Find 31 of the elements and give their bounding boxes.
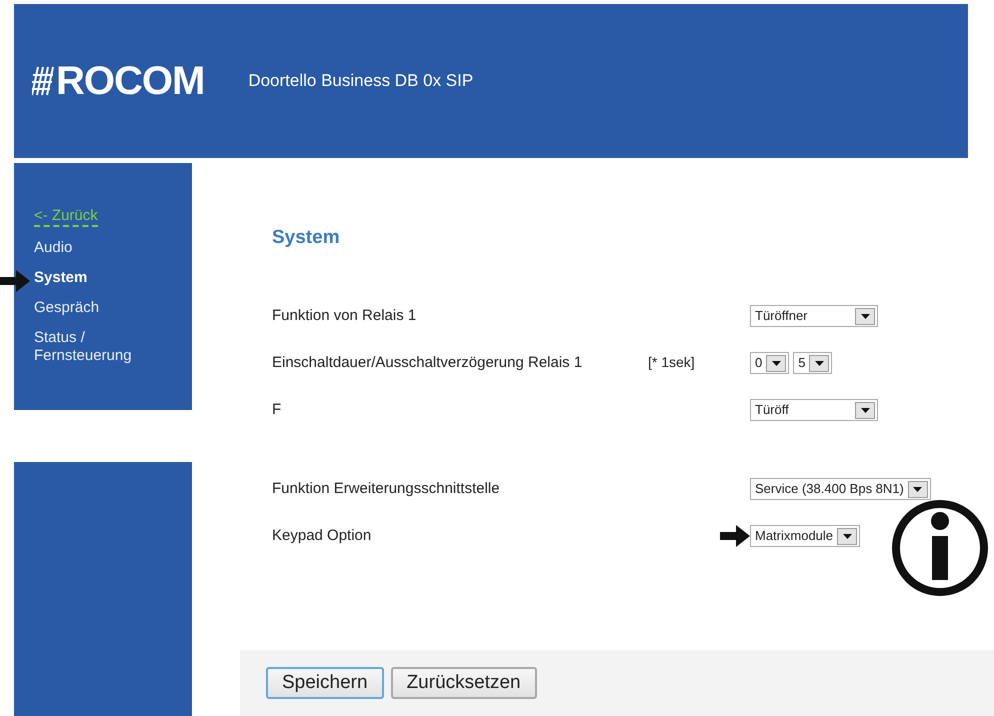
unit-label: [* 1sek] (648, 354, 695, 370)
dropdown[interactable]: Matrixmodule (750, 525, 860, 547)
form-button[interactable]: Speichern (266, 667, 384, 699)
dropdown-caret-icon (855, 308, 875, 324)
sidebar-item[interactable]: Gespräch (34, 299, 174, 317)
sidebar-item[interactable]: Audio (34, 239, 174, 257)
form-button[interactable]: Zurücksetzen (390, 667, 537, 699)
sidebar-item[interactable]: Status / Fernsteuerung (34, 329, 174, 365)
dropdown[interactable]: 5 (793, 352, 832, 374)
setting-label: Keypad Option (272, 526, 372, 546)
sidebar-item[interactable]: System (34, 269, 174, 287)
product-title: Doortello Business DB 0x SIP (248, 70, 474, 92)
logo-text: ROCOM (56, 58, 204, 105)
setting-label: Einschaltdauer/Ausschaltverzögerung Relais 1 (272, 352, 584, 373)
dropdown-caret-icon (837, 528, 858, 544)
logo-mark-icon (32, 65, 54, 97)
dropdown-caret-icon (809, 354, 830, 372)
page-heading: System (272, 226, 341, 250)
dropdown[interactable]: 0 (750, 352, 790, 374)
dropdown-caret-icon (855, 402, 875, 418)
back-link[interactable]: <- Zurück (34, 207, 98, 227)
dropdown-caret-icon (766, 354, 786, 372)
setting-label: Funktion Erweiterungsschnittstelle (272, 478, 501, 499)
info-icon (892, 500, 988, 596)
dropdown[interactable]: Service (38.400 Bps 8N1) (750, 478, 931, 500)
setting-label: F (272, 400, 282, 420)
setting-label: Funktion von Relais 1 (272, 306, 418, 326)
dropdown-caret-icon (908, 480, 928, 498)
dropdown[interactable]: Türöffner (750, 305, 878, 327)
dropdown[interactable]: Türöff (750, 399, 878, 421)
pointer-arrow-icon (0, 270, 30, 292)
